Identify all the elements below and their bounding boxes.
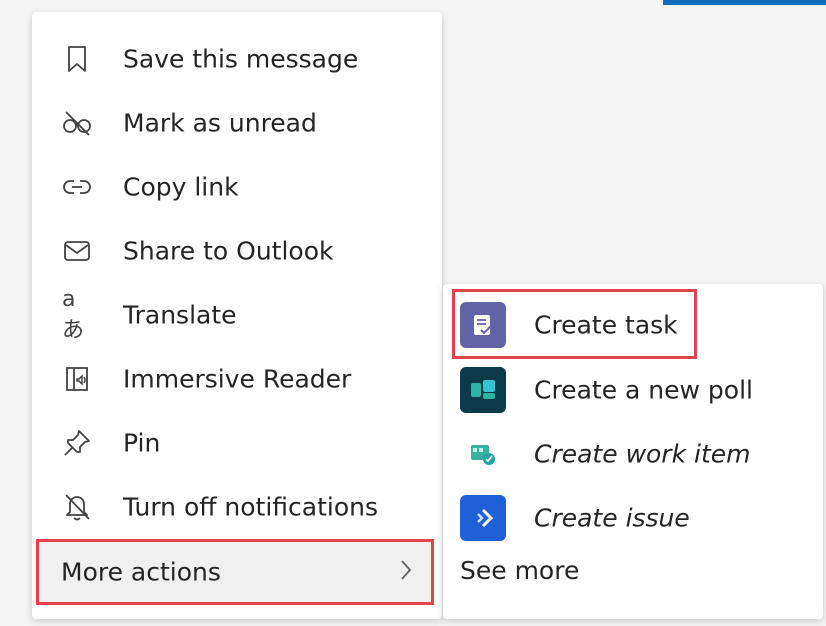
- bookmark-icon: [62, 44, 92, 74]
- menu-item-label: Share to Outlook: [123, 236, 334, 266]
- link-icon: [62, 172, 92, 202]
- submenu-item-create-issue[interactable]: Create issue: [443, 486, 823, 550]
- menu-item-label: Translate: [123, 300, 237, 330]
- message-context-menu: Save this message Mark as unread Copy li…: [32, 12, 442, 619]
- issue-app-icon: [460, 495, 506, 541]
- menu-item-label: Mark as unread: [123, 108, 317, 138]
- submenu-item-label: Create a new poll: [534, 375, 753, 405]
- submenu-item-label: Create issue: [534, 503, 690, 533]
- submenu-item-label: Create task: [534, 310, 678, 340]
- menu-item-save-message[interactable]: Save this message: [32, 27, 442, 91]
- menu-item-turn-off-notifications[interactable]: Turn off notifications: [32, 475, 442, 539]
- submenu-item-create-task[interactable]: Create task: [443, 293, 823, 357]
- menu-item-copy-link[interactable]: Copy link: [32, 155, 442, 219]
- immersive-reader-icon: [62, 364, 92, 394]
- menu-item-label: Save this message: [123, 44, 359, 74]
- work-item-app-icon: [460, 431, 506, 477]
- more-actions-button[interactable]: More actions: [36, 539, 434, 605]
- menu-item-share-outlook[interactable]: Share to Outlook: [32, 219, 442, 283]
- window-accent-strip: [663, 0, 826, 5]
- menu-item-mark-unread[interactable]: Mark as unread: [32, 91, 442, 155]
- menu-item-label: Turn off notifications: [123, 492, 379, 522]
- unread-icon: [62, 108, 92, 138]
- more-actions-submenu: Create task Create a new poll Create wor…: [443, 284, 823, 619]
- submenu-item-create-work-item[interactable]: Create work item: [443, 422, 823, 486]
- submenu-item-create-poll[interactable]: Create a new poll: [443, 358, 823, 422]
- menu-item-label: Pin: [123, 428, 161, 458]
- menu-item-label: Immersive Reader: [123, 364, 352, 394]
- notifications-off-icon: [62, 492, 92, 522]
- more-actions-label: More actions: [61, 557, 221, 587]
- menu-item-label: Copy link: [123, 172, 239, 202]
- menu-item-immersive-reader[interactable]: Immersive Reader: [32, 347, 442, 411]
- translate-icon: aあ: [62, 286, 85, 343]
- polls-app-icon: [460, 367, 506, 413]
- menu-item-pin[interactable]: Pin: [32, 411, 442, 475]
- chevron-right-icon: [399, 558, 413, 586]
- see-more-link[interactable]: See more: [460, 556, 579, 585]
- menu-item-translate[interactable]: aあ Translate: [32, 283, 442, 347]
- mail-icon: [62, 236, 92, 266]
- submenu-item-label: Create work item: [534, 439, 751, 469]
- pin-icon: [62, 428, 92, 458]
- tasks-app-icon: [460, 302, 506, 348]
